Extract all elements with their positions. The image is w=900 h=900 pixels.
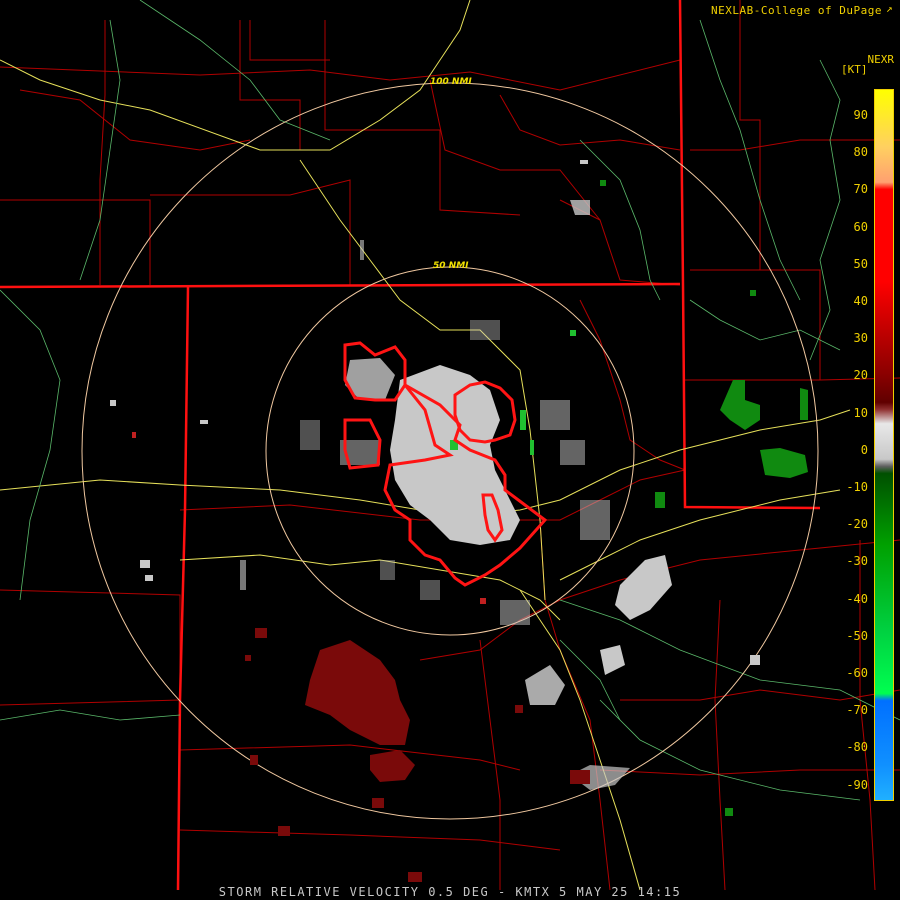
product-footer: STORM RELATIVE VELOCITY 0.5 DEG - KMTX 5… [218,885,682,899]
colorbar-tick: -90 [846,777,868,792]
colorbar-tick: 90 [853,108,868,122]
colorbar-tick: -50 [846,628,868,643]
colorbar-tick: 50 [853,256,868,271]
radar-map: 50 NMI 100 NMI [0,0,900,900]
velocity-colorbar [874,89,894,801]
colorbar-tick: 70 [853,182,868,197]
colorbar-tick: 60 [853,219,868,234]
product-code: NEXR [867,53,895,66]
colorbar-tick: 0 [860,442,868,457]
colorbar-tick: 20 [853,368,868,383]
credit-text[interactable]: NEXLAB-College of DuPage [711,4,882,17]
colorbar-tick: -70 [846,703,868,718]
colorbar-tick: 40 [853,294,868,308]
colorbar-tick: 10 [853,405,868,420]
colorbar-tick: 30 [853,331,868,346]
range-label-50: 50 NMI [433,261,469,271]
colorbar-tick: -10 [846,480,868,494]
colorbar-tick: 80 [853,145,868,160]
colorbar-tick: -40 [846,591,868,606]
external-link-icon[interactable]: ↗ [886,3,896,14]
colorbar-tick: -60 [846,666,868,680]
colorbar-tick: -30 [846,554,868,569]
range-label-100: 100 NMI [430,77,472,87]
colorbar-tick: -20 [846,517,868,532]
unit-label: [KT] [841,63,868,76]
colorbar-tick: -80 [846,740,868,755]
